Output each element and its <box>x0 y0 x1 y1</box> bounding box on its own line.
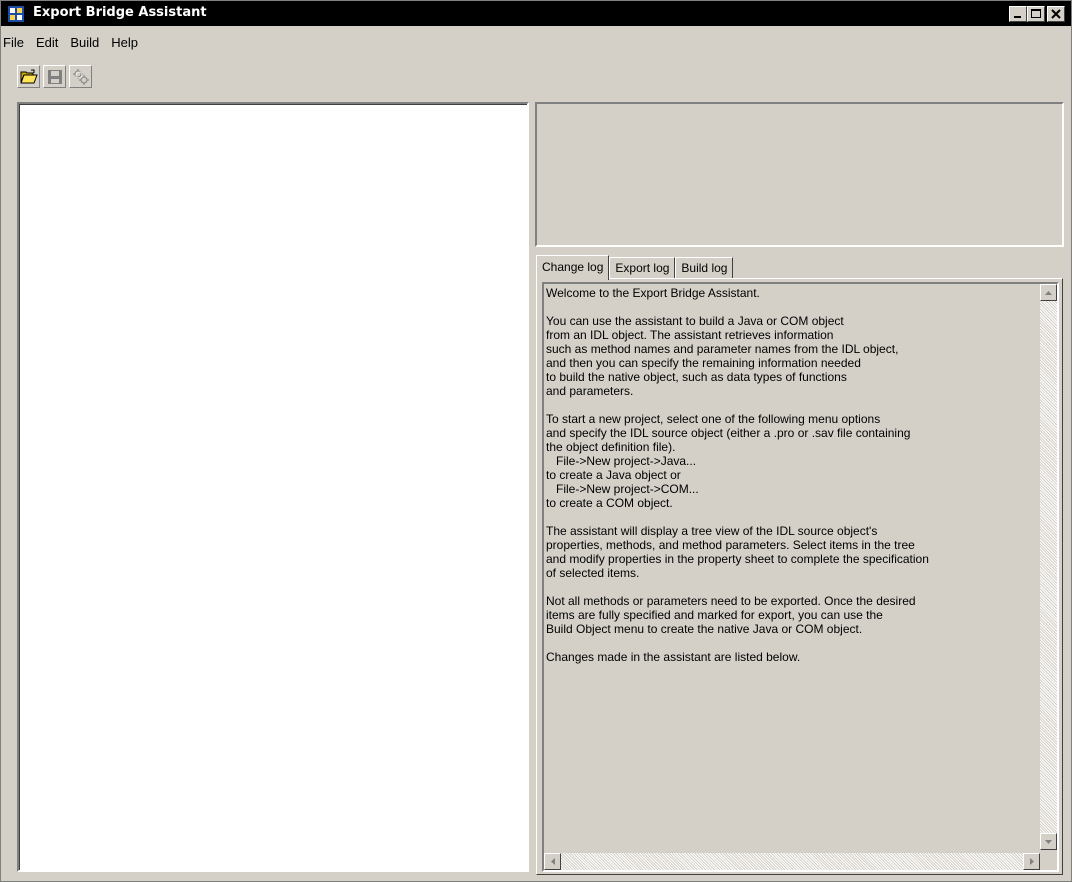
change-log-textarea[interactable]: Welcome to the Export Bridge Assistant. … <box>542 282 1059 872</box>
property-sheet[interactable] <box>535 102 1064 247</box>
open-folder-icon <box>19 69 38 83</box>
scroll-left-button[interactable] <box>544 853 561 870</box>
scroll-down-button[interactable] <box>1040 833 1057 850</box>
minimize-button[interactable] <box>1009 6 1027 22</box>
save-button[interactable] <box>43 65 66 88</box>
window-controls <box>1009 6 1065 22</box>
scroll-up-button[interactable] <box>1040 284 1057 301</box>
tab-change-log[interactable]: Change log <box>536 255 610 280</box>
arrow-up-icon <box>1045 290 1052 295</box>
tab-build-log[interactable]: Build log <box>675 257 734 279</box>
menu-build[interactable]: Build <box>64 33 105 55</box>
close-button[interactable] <box>1047 6 1065 22</box>
close-icon <box>1051 9 1061 19</box>
save-icon <box>47 69 62 84</box>
change-log-text: Welcome to the Export Bridge Assistant. … <box>546 286 929 664</box>
menu-file[interactable]: File <box>1 33 30 55</box>
build-icon <box>72 68 89 85</box>
app-window: Export Bridge Assistant File Edit Build … <box>0 0 1072 882</box>
maximize-button[interactable] <box>1027 6 1045 22</box>
menu-edit[interactable]: Edit <box>30 33 64 55</box>
app-icon <box>8 6 24 22</box>
minimize-icon <box>1014 16 1021 18</box>
vertical-scrollbar[interactable] <box>1040 284 1057 850</box>
scroll-right-button[interactable] <box>1023 853 1040 870</box>
toolbar <box>17 65 92 91</box>
title-bar[interactable]: Export Bridge Assistant <box>1 1 1071 26</box>
tab-export-log[interactable]: Export log <box>609 257 676 279</box>
scrollbar-corner <box>1040 853 1057 870</box>
open-button[interactable] <box>17 65 40 88</box>
menu-help[interactable]: Help <box>105 33 144 55</box>
horizontal-scrollbar[interactable] <box>544 853 1040 870</box>
menu-bar: File Edit Build Help <box>1 33 144 55</box>
build-button[interactable] <box>69 65 92 88</box>
window-title: Export Bridge Assistant <box>33 5 207 20</box>
arrow-left-icon <box>550 858 555 865</box>
arrow-down-icon <box>1045 839 1052 844</box>
log-tabs: Change log Export log Build log <box>536 254 734 280</box>
arrow-right-icon <box>1029 858 1034 865</box>
maximize-icon <box>1031 9 1041 18</box>
object-tree-view[interactable] <box>17 102 529 872</box>
tab-panel: Welcome to the Export Bridge Assistant. … <box>536 278 1063 875</box>
